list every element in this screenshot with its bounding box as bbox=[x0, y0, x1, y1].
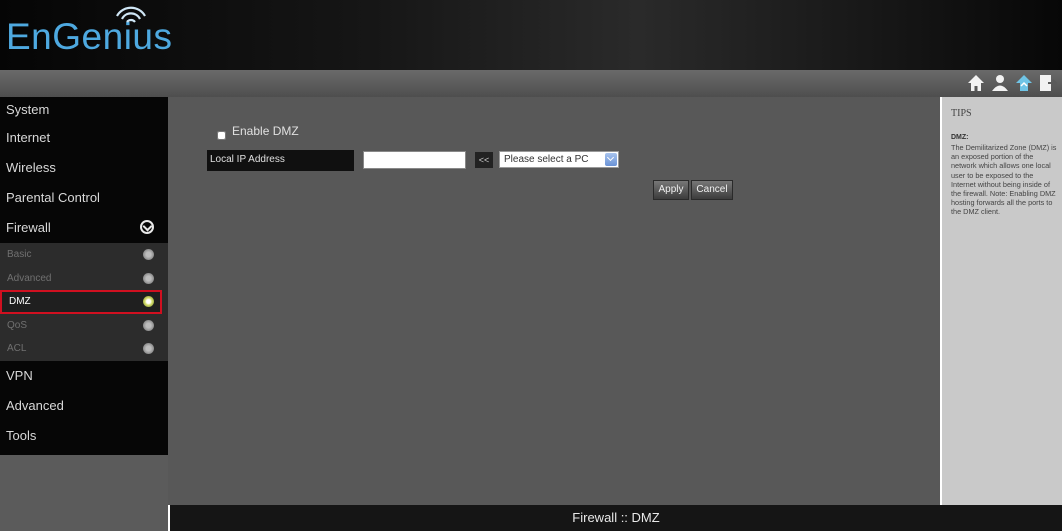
local-ip-input[interactable] bbox=[363, 151, 466, 169]
sidebar-item-label: VPN bbox=[6, 367, 33, 383]
tips-heading: DMZ: bbox=[951, 134, 969, 141]
wifi-icon bbox=[116, 6, 146, 23]
sidebar-footer bbox=[0, 455, 168, 531]
main-panel: Enable DMZ Local IP Address << Please se… bbox=[168, 97, 940, 505]
sidebar-item-tools[interactable]: Tools bbox=[0, 421, 168, 451]
pc-select-dropdown[interactable]: Please select a PC bbox=[499, 151, 619, 168]
sidebar-item-label: Tools bbox=[6, 427, 37, 443]
sidebar-item-vpn[interactable]: VPN bbox=[0, 361, 168, 391]
sidebar-item-label: Internet bbox=[6, 130, 51, 145]
sidebar-subitem-label: QoS bbox=[7, 319, 28, 331]
sidebar-subitem-label: Advanced bbox=[7, 272, 52, 284]
radio-dot-icon bbox=[143, 319, 154, 331]
sidebar-subitem-basic[interactable]: Basic bbox=[0, 243, 168, 267]
radio-dot-icon bbox=[143, 249, 154, 260]
sidebar-item-label: System bbox=[6, 102, 50, 117]
firewall-submenu: Basic Advanced DMZ QoS ACL bbox=[0, 243, 168, 361]
chevron-down-icon[interactable] bbox=[605, 153, 617, 166]
radio-dot-active-icon bbox=[143, 296, 154, 307]
sidebar-subitem-acl[interactable]: ACL bbox=[0, 337, 168, 361]
sidebar-subitem-label: DMZ bbox=[9, 296, 31, 307]
copy-ip-button[interactable]: << bbox=[475, 152, 493, 168]
local-ip-label-box: Local IP Address bbox=[207, 150, 354, 171]
radio-dot-icon bbox=[143, 272, 154, 284]
top-toolbar bbox=[0, 70, 1062, 97]
home-icon[interactable] bbox=[966, 72, 986, 94]
user-icon[interactable] bbox=[990, 72, 1010, 94]
sidebar-item-label: Advanced bbox=[6, 397, 64, 413]
tips-title: TIPS bbox=[951, 108, 972, 119]
breadcrumb: Firewall :: DMZ bbox=[572, 510, 660, 525]
logout-icon[interactable] bbox=[1038, 72, 1058, 94]
radio-dot-icon bbox=[143, 343, 154, 354]
sidebar-subitem-qos[interactable]: QoS bbox=[0, 314, 168, 338]
enable-dmz-label: Enable DMZ bbox=[232, 124, 299, 138]
sidebar-nav: System Internet Wireless Parental Contro… bbox=[0, 97, 168, 455]
sidebar-item-label: Firewall bbox=[6, 220, 51, 235]
sidebar-subitem-label: Basic bbox=[7, 249, 32, 260]
sidebar-subitem-label: ACL bbox=[7, 343, 27, 354]
sidebar-item-label: Parental Control bbox=[6, 190, 100, 205]
tips-body: The Demilitarized Zone (DMZ) is an expos… bbox=[951, 143, 1057, 217]
sidebar-item-system[interactable]: System bbox=[0, 97, 168, 123]
footer-bar: Firewall :: DMZ bbox=[170, 505, 1062, 531]
chevron-down-icon[interactable] bbox=[140, 220, 154, 234]
apply-button[interactable]: Apply bbox=[653, 180, 689, 200]
sidebar-item-internet[interactable]: Internet bbox=[0, 123, 168, 153]
sidebar-subitem-advanced[interactable]: Advanced bbox=[0, 267, 168, 291]
local-ip-label: Local IP Address bbox=[210, 154, 285, 165]
sidebar-item-firewall[interactable]: Firewall bbox=[0, 213, 168, 243]
sidebar-item-parental-control[interactable]: Parental Control bbox=[0, 183, 168, 213]
network-icon[interactable] bbox=[1014, 72, 1034, 94]
sidebar-item-label: Wireless bbox=[6, 160, 56, 175]
pc-select-value: Please select a PC bbox=[504, 154, 589, 165]
sidebar-item-advanced[interactable]: Advanced bbox=[0, 391, 168, 421]
header-bar: EnGenius bbox=[0, 0, 1062, 70]
tips-panel: TIPS DMZ: The Demilitarized Zone (DMZ) i… bbox=[942, 97, 1062, 505]
toolbar-icons bbox=[966, 72, 1058, 94]
cancel-button[interactable]: Cancel bbox=[691, 180, 733, 200]
sidebar-item-wireless[interactable]: Wireless bbox=[0, 153, 168, 183]
sidebar-subitem-dmz[interactable]: DMZ bbox=[0, 290, 162, 314]
enable-dmz-checkbox[interactable] bbox=[217, 131, 226, 140]
